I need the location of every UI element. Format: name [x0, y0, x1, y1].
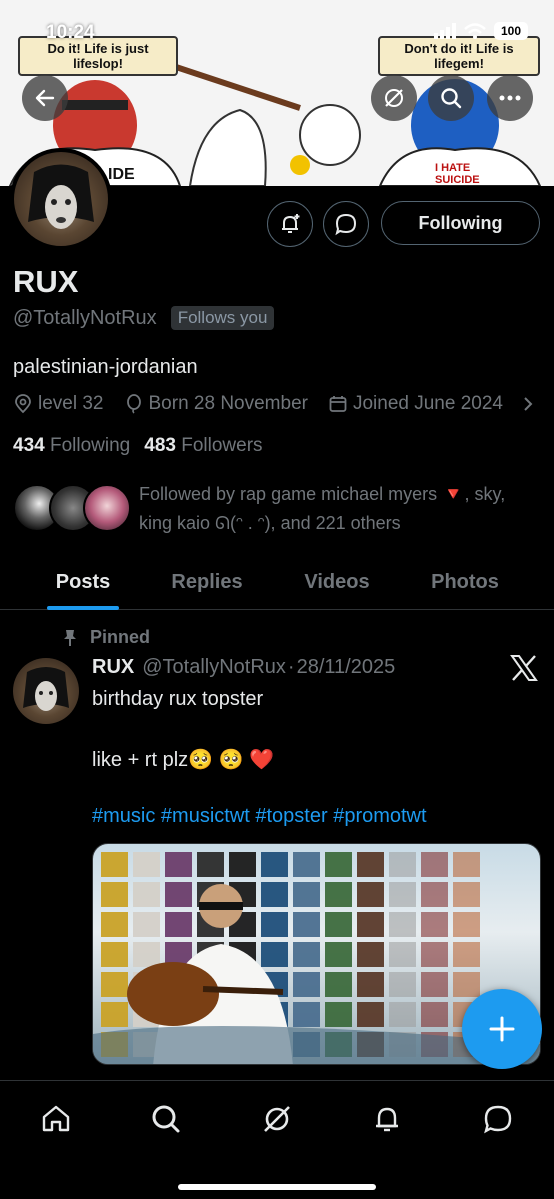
followers-count: 483 — [144, 435, 176, 456]
post-separator: · — [287, 656, 295, 678]
left-shirt-text: IDE — [108, 166, 135, 183]
search-icon — [152, 1105, 180, 1133]
right-shirt-text: I HATE SUICIDE — [435, 162, 480, 186]
profile-name: RUX — [13, 264, 79, 299]
post-hashtags[interactable]: #music #musictwt #topster #promotwt — [92, 805, 427, 828]
messages-icon — [484, 1105, 512, 1134]
pinned-label: Pinned — [62, 627, 150, 648]
post-avatar-image — [23, 667, 69, 711]
followers-count-link[interactable]: 483 Followers — [144, 435, 262, 457]
tab-photos[interactable]: Photos — [426, 556, 504, 609]
profile-tabs: Posts Replies Videos Photos — [0, 556, 554, 610]
post-date[interactable]: 28/11/2025 — [297, 656, 396, 679]
grok-button[interactable] — [371, 75, 417, 121]
following-button[interactable]: Following — [381, 201, 540, 245]
calendar-icon — [329, 396, 347, 412]
status-bar: 10:24 100 — [0, 0, 554, 52]
followed-by-avatars — [13, 480, 131, 536]
pin-icon — [64, 629, 76, 646]
post-header: RUX @TotallyNotRux · 28/11/2025 — [92, 656, 395, 679]
more-icon — [499, 95, 521, 101]
profile-handle: @TotallyNotRux — [13, 306, 157, 329]
profile-meta: level 32 Born 28 November Joined June 20… — [13, 393, 533, 415]
post-text-line-2: like + rt plz🥺 🥺 ❤️ — [92, 749, 274, 771]
following-count: 434 — [13, 435, 45, 456]
birthday-text: Born 28 November — [148, 393, 308, 414]
following-label: Following — [49, 435, 131, 456]
x-logo-icon[interactable] — [510, 655, 538, 681]
compose-button[interactable] — [462, 989, 542, 1069]
battery-icon: 100 — [494, 22, 528, 40]
tab-posts[interactable]: Posts — [0, 556, 166, 609]
home-icon — [42, 1105, 70, 1132]
birthday-item: Born 28 November — [124, 393, 308, 415]
post-avatar[interactable] — [13, 658, 79, 724]
plus-icon — [489, 1016, 515, 1042]
balloon-icon — [126, 394, 141, 414]
follows-you-badge: Follows you — [170, 306, 275, 330]
chat-bubble-icon — [335, 213, 357, 236]
tab-videos[interactable]: Videos — [248, 556, 426, 609]
post-author-handle[interactable]: @TotallyNotRux — [142, 656, 286, 679]
home-indicator — [178, 1184, 376, 1190]
nav-search[interactable] — [146, 1099, 186, 1139]
follow-counts: 434 Following 483 Followers — [13, 435, 263, 457]
profile-avatar[interactable] — [10, 148, 112, 250]
status-time: 10:24 — [46, 22, 95, 43]
nav-home[interactable] — [36, 1099, 76, 1139]
post-text-line-1: birthday rux topster — [92, 688, 264, 710]
message-button[interactable] — [323, 201, 369, 247]
location-pin-icon — [15, 394, 31, 414]
nav-notifications[interactable] — [367, 1099, 407, 1139]
notifications-subscribe-button[interactable] — [267, 201, 313, 247]
handle-row: @TotallyNotRux Follows you — [13, 306, 275, 330]
followers-label: Followers — [181, 435, 263, 456]
tab-replies[interactable]: Replies — [166, 556, 248, 609]
nav-grok[interactable] — [257, 1099, 297, 1139]
arrow-left-icon — [35, 89, 55, 107]
nav-messages[interactable] — [478, 1099, 518, 1139]
post-author-name[interactable]: RUX — [92, 656, 134, 679]
following-count-link[interactable]: 434 Following — [13, 435, 130, 457]
grok-icon — [264, 1106, 290, 1132]
location-text: level 32 — [38, 393, 104, 414]
back-button[interactable] — [22, 75, 68, 121]
joined-text: Joined June 2024 — [352, 393, 503, 414]
signal-icon — [434, 23, 456, 39]
follower-avatar — [83, 484, 131, 532]
pinned-text: Pinned — [90, 627, 151, 647]
grok-icon — [385, 89, 403, 107]
notifications-icon — [376, 1107, 398, 1132]
followed-by-row[interactable]: Followed by rap game michael myers 🔻, sk… — [13, 480, 539, 538]
profile-bio: palestinian-jordanian — [13, 356, 198, 378]
wifi-icon — [464, 23, 486, 39]
location-item: level 32 — [13, 393, 104, 415]
avatar-image — [28, 164, 94, 229]
more-button[interactable] — [487, 75, 533, 121]
search-icon — [441, 88, 462, 109]
followed-by-text: Followed by rap game michael myers 🔻, sk… — [139, 484, 506, 533]
bottom-navigation — [0, 1080, 554, 1199]
search-button[interactable] — [428, 75, 474, 121]
bell-plus-icon — [282, 214, 300, 233]
chevron-right-icon[interactable] — [523, 396, 533, 412]
joined-item: Joined June 2024 — [328, 393, 503, 415]
status-icons: 100 — [434, 22, 528, 40]
